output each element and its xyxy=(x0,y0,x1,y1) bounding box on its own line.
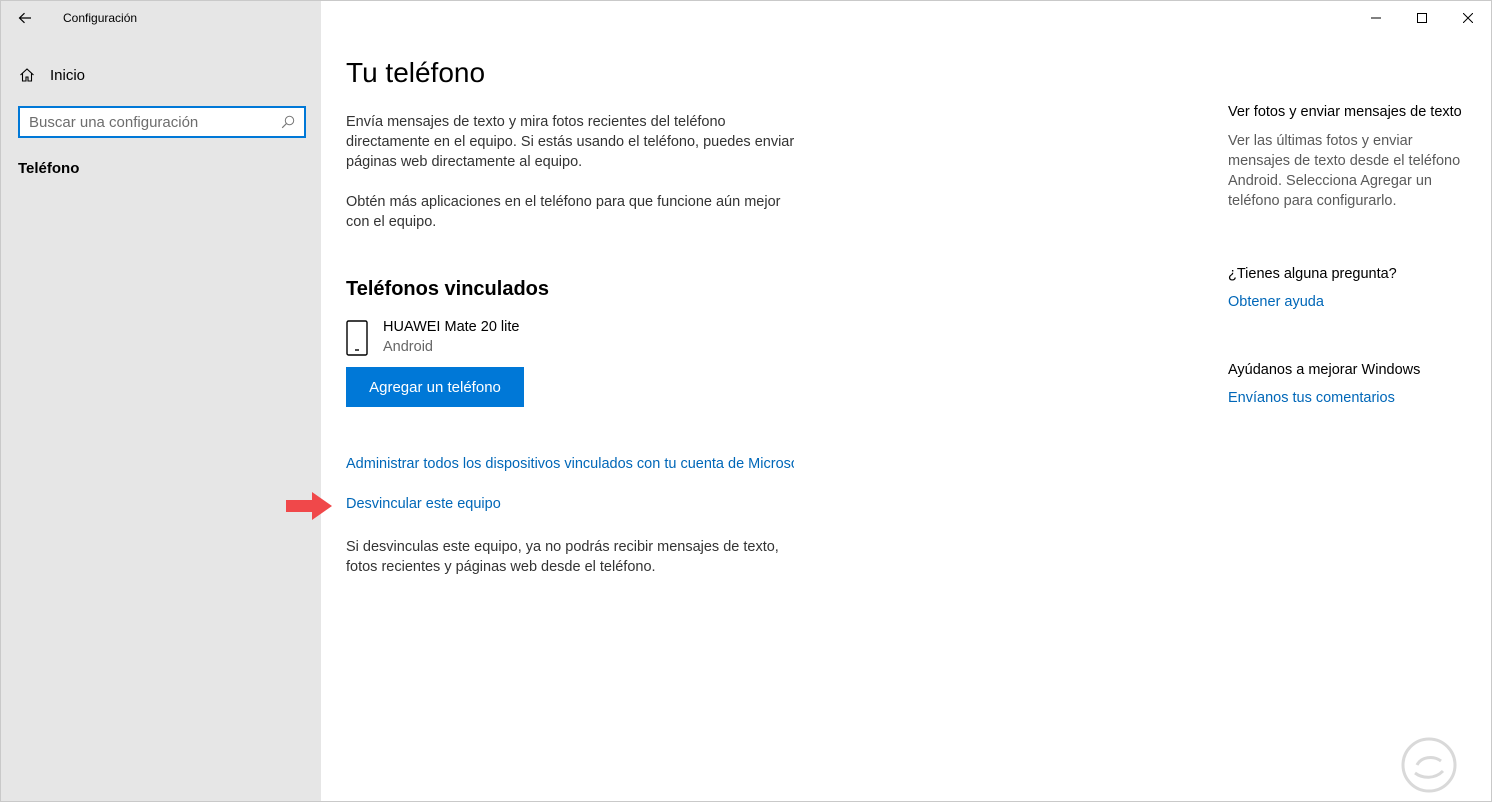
sidebar-item-phone[interactable]: Teléfono xyxy=(1,151,321,185)
sidebar-item-home[interactable]: Inicio xyxy=(1,59,321,91)
minimize-icon xyxy=(1371,17,1381,19)
page-title: Tu teléfono xyxy=(346,57,486,88)
watermark-logo xyxy=(1401,737,1457,793)
device-name: HUAWEI Mate 20 lite xyxy=(383,319,520,335)
question-title: ¿Tienes alguna pregunta? xyxy=(1228,266,1397,282)
manage-devices-link[interactable]: Administrar todos los dispositivos vincu… xyxy=(346,456,794,472)
feedback-link[interactable]: Envíanos tus comentarios xyxy=(1228,390,1395,406)
search-input[interactable] xyxy=(20,108,278,136)
linked-phones-title: Teléfonos vinculados xyxy=(346,278,549,300)
close-icon xyxy=(1463,13,1473,23)
home-icon xyxy=(18,66,36,84)
settings-window: Configuración Inicio Teléfono xyxy=(0,0,1492,802)
intro-text: Envía mensajes de texto y mira fotos rec… xyxy=(346,114,795,170)
maximize-icon xyxy=(1417,13,1427,23)
back-button[interactable] xyxy=(1,1,49,35)
photos-text: Ver las últimas fotos y enviar mensajes … xyxy=(1228,133,1461,209)
sidebar-item-home-label: Inicio xyxy=(50,66,86,84)
unlink-note: Si desvinculas este equipo, ya no podrás… xyxy=(346,539,779,575)
sidebar-item-phone-label: Teléfono xyxy=(18,159,80,177)
more-apps-text: Obtén más aplicaciones en el teléfono pa… xyxy=(346,194,781,230)
add-phone-button[interactable]: Agregar un teléfono xyxy=(346,367,524,407)
pointer-arrow-icon xyxy=(286,492,332,520)
maximize-button[interactable] xyxy=(1399,1,1445,35)
device-os: Android xyxy=(383,339,433,355)
back-arrow-icon xyxy=(18,12,31,24)
photos-title: Ver fotos y enviar mensajes de texto xyxy=(1228,104,1462,120)
window-title: Configuración xyxy=(63,11,138,25)
search-icon[interactable] xyxy=(278,112,298,132)
minimize-button[interactable] xyxy=(1353,1,1399,35)
unlink-pc-link[interactable]: Desvincular este equipo xyxy=(346,496,501,512)
sidebar: Configuración Inicio Teléfono xyxy=(1,1,321,801)
window-controls xyxy=(1353,1,1491,35)
title-bar: Configuración xyxy=(1,1,321,35)
search-box[interactable] xyxy=(18,106,306,138)
phone-icon xyxy=(346,320,368,356)
get-help-link[interactable]: Obtener ayuda xyxy=(1228,294,1324,310)
close-button[interactable] xyxy=(1445,1,1491,35)
linked-device: HUAWEI Mate 20 lite Android xyxy=(346,317,519,357)
improve-title: Ayúdanos a mejorar Windows xyxy=(1228,362,1421,378)
